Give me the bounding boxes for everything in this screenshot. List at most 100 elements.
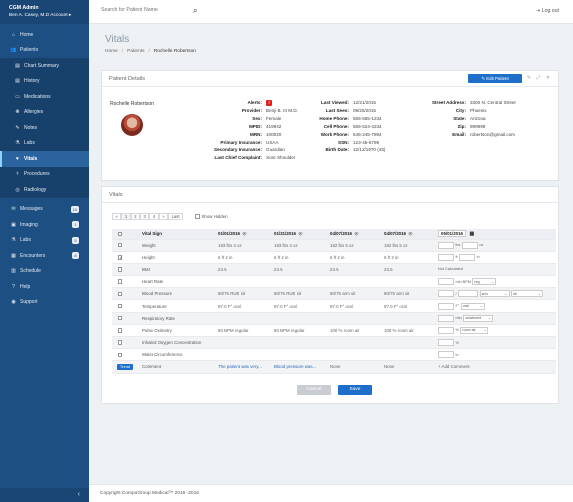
pager-page-4[interactable]: 4 [149,213,159,220]
pulse-oximetry-input[interactable] [438,326,454,334]
bp-systolic-input[interactable] [438,290,454,298]
search-icon[interactable]: ⌕ [193,6,197,16]
pager-last[interactable]: Last [168,213,183,220]
document-icon: ▤ [15,62,20,69]
row-checkbox[interactable] [117,242,123,248]
patient-details-panel: Patient Details ✎ Edit Patient ✎ ⤢ ✕ Roc… [101,70,559,181]
user-role: CGM Admin [9,5,39,11]
table-row: Pulse Oximetry 80 BPM regular 80 BPM reg… [112,325,556,337]
topbar: ⌕ ⇥ Log out [89,0,573,24]
patient-info-col3: Street Address: 3300 N. Central Street Ci… [431,100,516,137]
eye-icon[interactable]: 👁 [298,231,303,236]
page-title: Vitals [105,34,130,45]
heart-rate-input[interactable] [438,278,454,286]
user-menu[interactable]: CGM Admin Ben A. Casey, M.D Account ▸ [0,0,89,24]
bp-location-select[interactable]: arm ⌄ [479,290,510,298]
sidebar-item-history[interactable]: ▤ History [0,73,89,89]
sidebar-item-notes[interactable]: ✎ Notes [0,120,89,136]
comment-link[interactable]: The patient was very... [218,361,272,372]
pulse-oximetry-select[interactable]: room air ⌄ [460,326,489,334]
edit-patient-button[interactable]: ✎ Edit Patient [468,74,522,83]
breadcrumb-patients[interactable]: Patients [127,49,144,54]
calendar-icon[interactable]: ▦ [469,231,474,237]
panel-controls[interactable]: ✎ ⤢ ✕ [527,75,552,81]
logout-button[interactable]: ⇥ Log out [536,8,559,14]
pager-first[interactable]: « [112,213,122,220]
sidebar-item-allergies[interactable]: ❋ Allergies [0,104,89,120]
table-header: Vital Sign 01/01/2016 👁 01/31/2016 👁 04/07… [112,229,556,240]
heart-rate-select[interactable]: reg ⌄ [472,278,497,286]
user-name[interactable]: Ben A. Casey, M.D Account ▸ [9,12,89,19]
home-icon: ⌂ [11,31,16,38]
temperature-input[interactable] [438,302,454,310]
row-checkbox[interactable]: ✓ [117,255,123,260]
weight-lbs-input[interactable] [438,241,454,249]
add-comment-button[interactable]: + Add Comment [438,361,556,372]
trend-button[interactable]: Trend [116,363,134,371]
sidebar-item-labs-main[interactable]: ⚗ Labs 5 [0,233,89,249]
sidebar-item-home[interactable]: ⌂ Home [0,27,89,43]
sidebar-item-imaging[interactable]: ▣ Imaging 1 [0,217,89,233]
sidebar-item-support[interactable]: ◉ Support [0,295,89,311]
bp-diastolic-input[interactable] [458,290,479,298]
bp-position-select[interactable]: sit ⌄ [511,290,544,298]
row-checkbox[interactable] [117,340,123,345]
vitals-date-input[interactable]: 05/01/2016 [438,230,466,238]
sidebar-item-patients[interactable]: 👥 Patients [0,43,89,59]
show-hidden-checkbox[interactable] [195,214,200,219]
collapse-sidebar-button[interactable]: ‹ [0,488,89,502]
sidebar-item-medications[interactable]: ▭ Medications [0,89,89,105]
waist-input[interactable] [438,351,454,359]
sidebar-item-messages[interactable]: ✉ Messages 10 [0,202,89,218]
row-checkbox[interactable] [117,315,123,321]
sidebar: CGM Admin Ben A. Casey, M.D Account ▸ ⌂ H… [0,0,89,502]
sidebar-item-schedule[interactable]: ▥ Schedule [0,264,89,280]
sidebar-item-encounters[interactable]: ▦ Encounters 8 [0,248,89,264]
temperature-select[interactable]: oral ⌄ [460,302,485,310]
cancel-button[interactable]: Cancel [297,385,331,395]
chevron-left-icon: ‹ [77,491,80,498]
sidebar-item-help[interactable]: ? Help [0,279,89,295]
row-checkbox[interactable] [117,303,123,309]
row-checkbox[interactable] [117,328,123,333]
pencil-icon: ✎ [15,124,20,131]
eye-icon[interactable]: 👁 [242,231,247,236]
row-checkbox[interactable] [117,352,123,358]
breadcrumb-home[interactable]: Home [105,49,118,54]
comment-link[interactable]: Blood pressure was... [274,361,328,372]
eye-icon[interactable]: 👁 [408,231,413,236]
search-input[interactable] [101,7,181,13]
row-checkbox[interactable] [117,267,123,272]
scalpel-icon: ⚕ [16,171,19,178]
height-in-input[interactable] [459,253,476,261]
sidebar-item-labs[interactable]: ⚗ Labs [0,135,89,151]
sidebar-item-radiology[interactable]: ◎ Radiology [0,182,89,198]
eye-icon[interactable]: 👁 [354,231,359,236]
sidebar-item-vitals[interactable]: ♥ Vitals [0,151,89,167]
respiratory-select[interactable]: unlabored ⌄ [463,314,494,322]
show-hidden-toggle[interactable]: Show Hidden [195,214,228,219]
alerts-badge[interactable]: 7 [266,100,273,106]
encounters-count-badge: 8 [72,252,79,259]
row-checkbox[interactable] [117,291,123,297]
oxygen-concentration-input[interactable] [438,339,454,347]
save-button[interactable]: Save [338,385,372,395]
patient-name: Rochelle Robertson [110,101,154,107]
respiratory-rate-input[interactable] [438,314,454,322]
pager-next[interactable]: » [158,213,169,220]
question-icon: ? [12,283,15,290]
height-ft-input[interactable] [438,253,454,261]
patient-info-col1: Alerts: 7 Provider: Benji B. III M.D. Sex:… [214,100,298,161]
clipboard-icon: ▦ [11,252,16,259]
breadcrumb-current: Rochelle Robertson [153,49,196,54]
weight-oz-input[interactable] [461,241,478,249]
select-all-checkbox[interactable] [117,231,123,236]
pager-page-3[interactable]: 3 [140,213,150,220]
pager-page-1[interactable]: 1 [121,213,131,220]
row-checkbox[interactable] [117,279,123,284]
flask-icon: ⚗ [15,140,20,147]
sidebar-item-chart-summary[interactable]: ▤ Chart Summary [0,58,89,74]
panel-heading: Patient Details ✎ Edit Patient ✎ ⤢ ✕ [102,71,558,87]
sidebar-item-procedures[interactable]: ⚕ Procedures [0,166,89,182]
pager-page-2[interactable]: 2 [130,213,141,220]
